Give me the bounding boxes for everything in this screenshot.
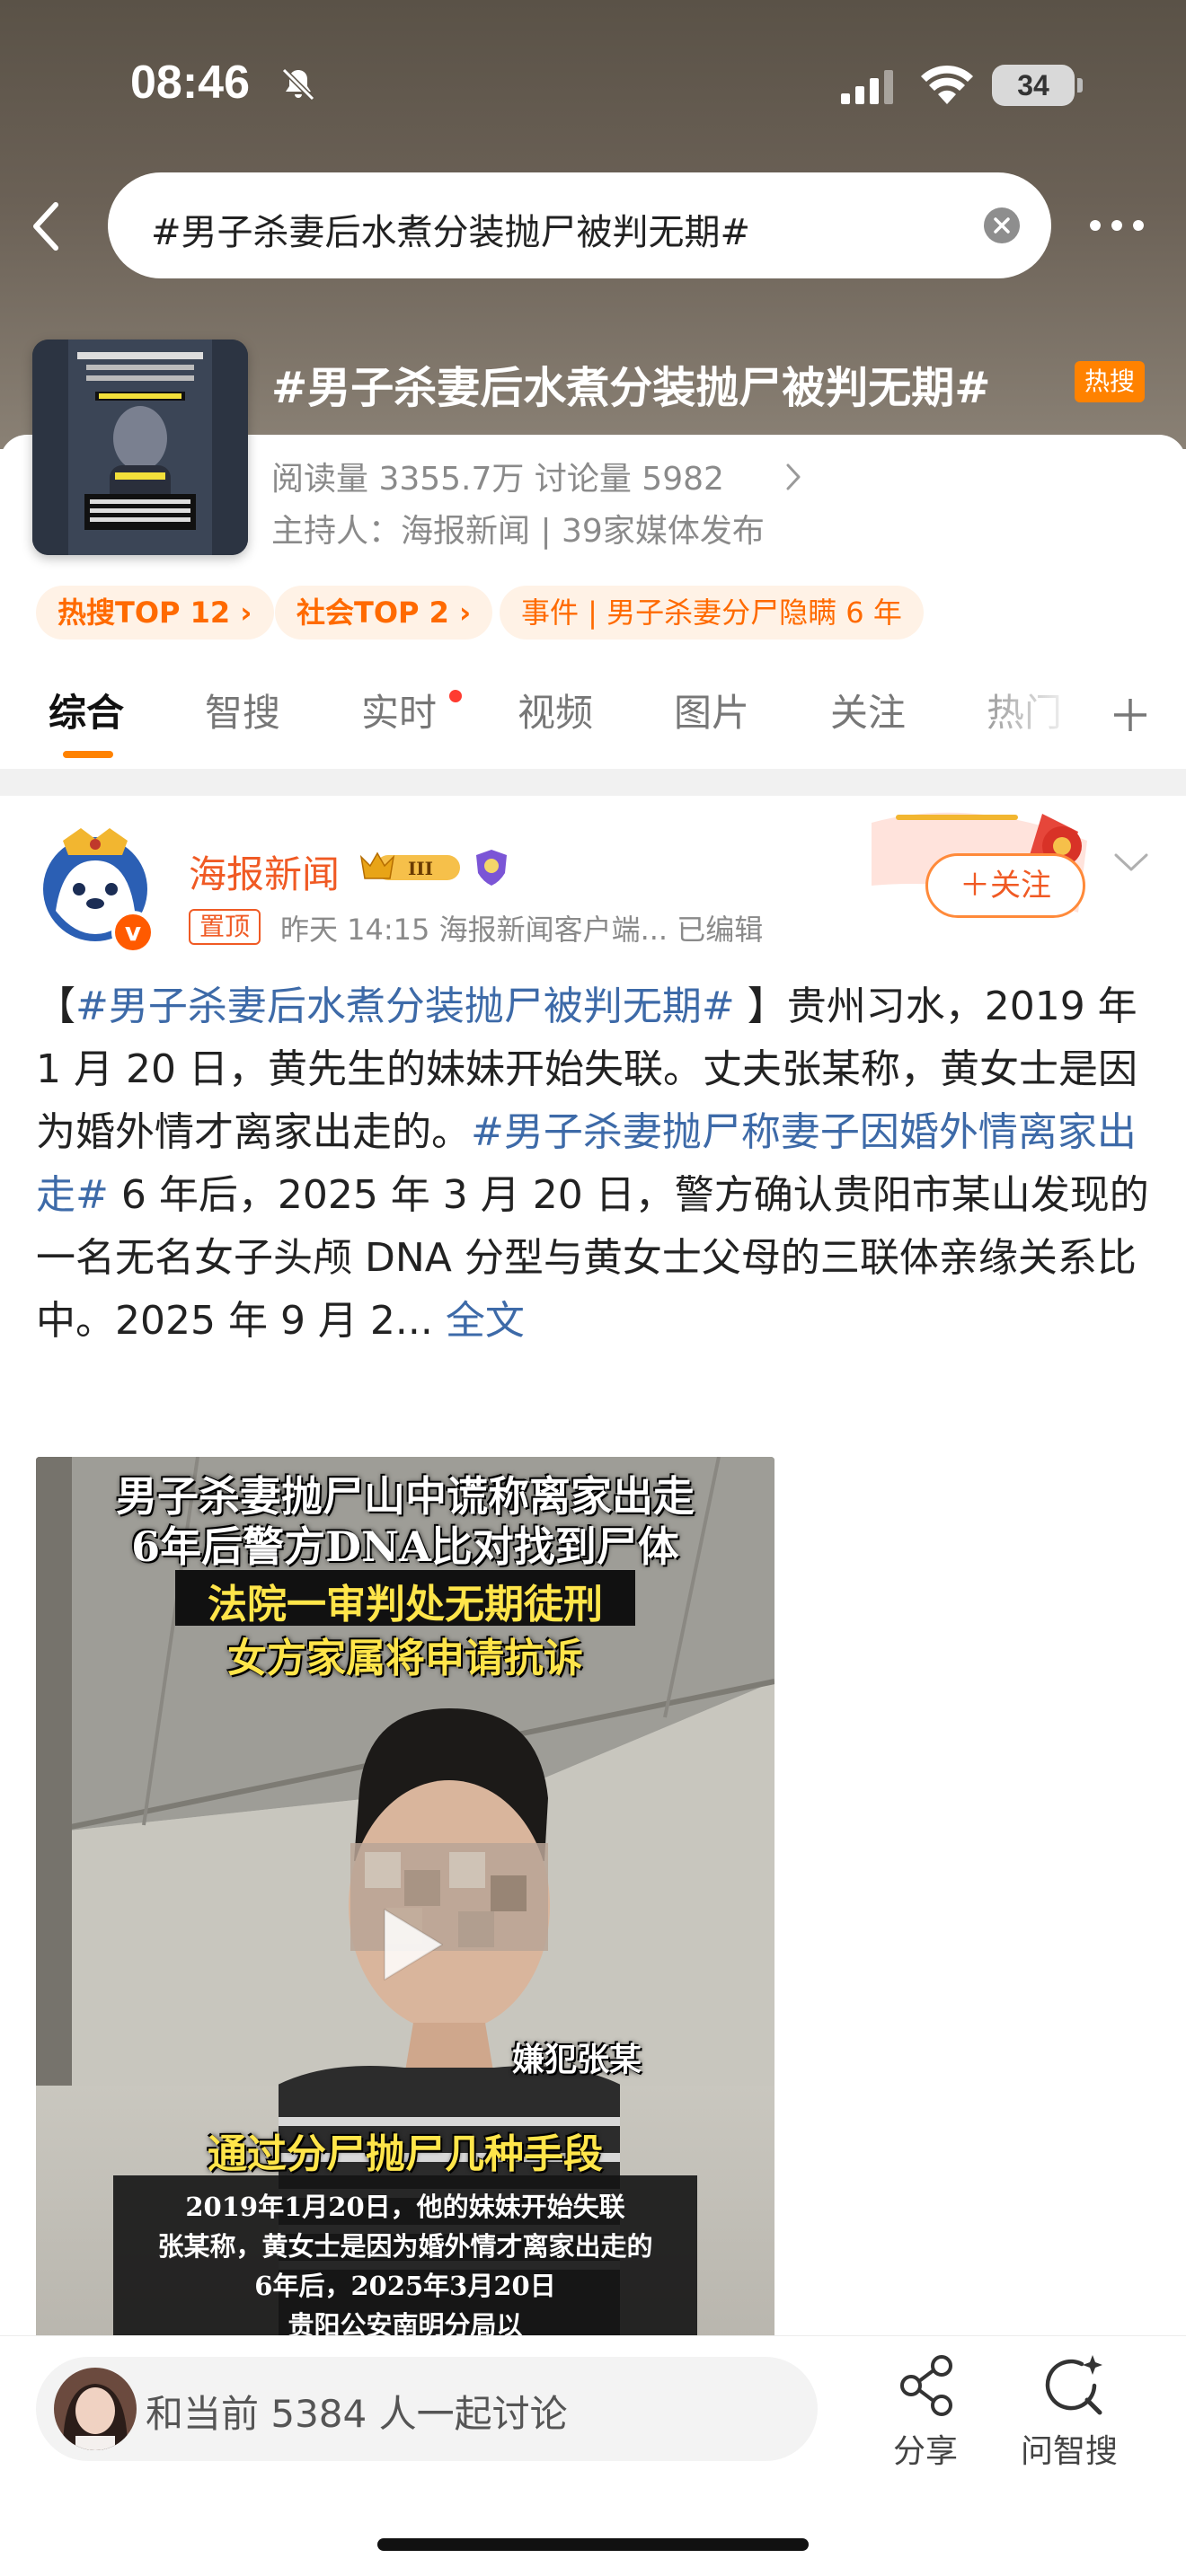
clear-icon[interactable] [983, 207, 1021, 244]
more-options-icon[interactable] [1087, 216, 1146, 235]
video-caption: 女方家属将申请抗诉 [227, 1636, 583, 1681]
read-full-link[interactable]: 全文 [446, 1298, 525, 1344]
status-time: 08:46 [130, 57, 250, 109]
tab-smart-search[interactable]: 智搜 [205, 683, 280, 737]
subtitle-line: 张某称，黄女士是因为婚外情才离家出走的 [157, 2231, 653, 2262]
chevron-right-icon[interactable] [783, 462, 803, 492]
tag-society-rank[interactable]: 社会TOP 2 › [275, 586, 493, 640]
share-icon[interactable] [895, 2353, 960, 2418]
topic-title: #男子杀妻后水煮分装抛尸被判无期# [271, 363, 991, 413]
tag-label: 热搜TOP 12 › [58, 595, 252, 630]
tag-event[interactable]: 事件 | 男子杀妻分尸隐瞒 6 年 [500, 586, 924, 640]
vip-level-text: III [408, 858, 433, 879]
tag-label: 社会TOP 2 › [296, 595, 472, 630]
verified-badge: v [111, 911, 155, 954]
cellular-signal-icon [841, 70, 893, 104]
battery-indicator: 34 [992, 65, 1083, 106]
post-meta: 昨天 14:15 海报新闻客户端... 已编辑 [280, 913, 764, 947]
topic-cover-image[interactable] [32, 340, 248, 555]
tag-hot-search-rank[interactable]: 热搜TOP 12 › [36, 586, 274, 640]
chevron-down-icon[interactable] [1112, 850, 1150, 875]
topic-host: 主持人：海报新闻 | 39家媒体发布 [271, 513, 765, 550]
video-player[interactable]: 男子杀妻抛尸山中谎称离家出走 6年后警方DNA比对找到尸体 法院一审判处无期徒刑… [36, 1457, 774, 2355]
follow-button[interactable]: ＋关注 [925, 853, 1085, 918]
status-bar: 08:46 34 [0, 0, 1186, 171]
tab-scroll-fade [952, 681, 1132, 744]
topic-stats[interactable]: 阅读量 3355.7万 讨论量 5982 [271, 453, 724, 499]
subtitle-line: 6年后，2025年3月20日 [254, 2271, 556, 2301]
section-divider [0, 769, 1186, 796]
tag-label: 事件 | 男子杀妻分尸隐瞒 6 年 [521, 595, 902, 630]
author-name[interactable]: 海报新闻 [189, 844, 340, 899]
active-tab-indicator [63, 751, 113, 758]
play-icon[interactable] [376, 1904, 447, 1985]
suspect-label: 嫌犯张某 [512, 2041, 642, 2078]
pinned-tag: 置顶 [189, 909, 261, 945]
tab-realtime[interactable]: 实时 [361, 683, 437, 737]
hot-badge: 热搜 [1075, 361, 1145, 402]
tab-images[interactable]: 图片 [674, 683, 749, 737]
search-query-text: #男子杀妻后水煮分装抛尸被判无期# [151, 212, 751, 253]
ai-search-button-label[interactable]: 问智搜 [1021, 2425, 1118, 2472]
video-caption: 法院一审判处无期徒刑 [208, 1582, 603, 1628]
tab-comprehensive[interactable]: 综合 [49, 683, 124, 737]
post-text-part: 6 年后，2025 年 3 月 20 日，警方确认贵阳市某山发现的一名无名女子头… [36, 1172, 1149, 1344]
tab-video[interactable]: 视频 [518, 683, 593, 737]
topic-cover-graphic [32, 340, 248, 555]
vip-crown-icon: III [359, 851, 460, 880]
new-content-dot [449, 690, 462, 702]
discussion-prompt[interactable]: 和当前 5384 人一起讨论 [146, 2384, 568, 2439]
shield-badge-icon [476, 850, 507, 886]
home-indicator [377, 2538, 809, 2551]
share-button-label[interactable]: 分享 [893, 2425, 958, 2472]
video-caption: 6年后警方DNA比对找到尸体 [131, 1522, 679, 1571]
search-input[interactable]: #男子杀妻后水煮分装抛尸被判无期# [108, 172, 1051, 278]
user-avatar [54, 2368, 137, 2450]
video-subtitle-box: 2019年1月20日，他的妹妹开始失联 张某称，黄女士是因为婚外情才离家出走的 … [113, 2175, 697, 2355]
wifi-icon [921, 65, 973, 104]
video-caption: 通过分尸抛尸几种手段 [208, 2131, 603, 2177]
topic-hashtag-link[interactable]: #男子杀妻后水煮分装抛尸被判无期# [75, 984, 735, 1029]
tab-following[interactable]: 关注 [830, 683, 906, 737]
subtitle-line: 2019年1月20日，他的妹妹开始失联 [185, 2192, 625, 2222]
ai-search-icon[interactable] [1040, 2351, 1109, 2420]
post-text-bracket: 【 [36, 984, 75, 1029]
add-tab-icon[interactable] [1111, 695, 1150, 735]
back-arrow-icon[interactable] [25, 199, 70, 253]
post-body: 【#男子杀妻后水煮分装抛尸被判无期# 】贵州习水，2019 年 1 月 20 日… [36, 975, 1150, 1353]
bell-muted-icon [281, 67, 315, 101]
